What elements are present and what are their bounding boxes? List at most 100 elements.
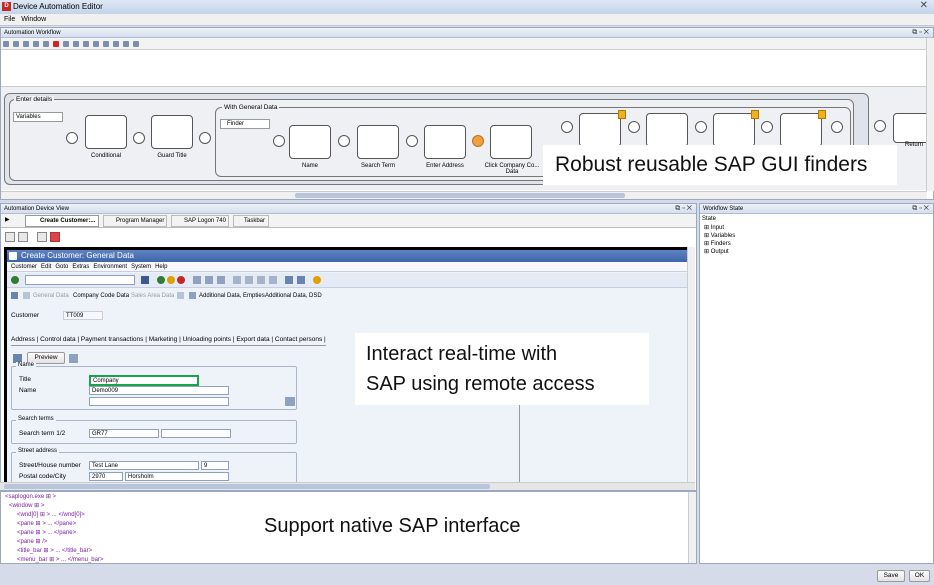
undo-icon[interactable] — [43, 41, 49, 47]
tab-program-manager[interactable]: Program Manager — [103, 215, 167, 227]
flow-node-circle[interactable] — [273, 135, 285, 147]
other-customer-icon[interactable] — [23, 292, 30, 299]
exit-icon[interactable] — [167, 276, 175, 284]
house-number-field[interactable]: 9 — [201, 461, 229, 470]
print-icon[interactable] — [193, 276, 201, 284]
find-next-icon[interactable] — [217, 276, 225, 284]
xml-node[interactable]: <pane ⊞ /> — [17, 538, 47, 545]
sap-tab-contact[interactable]: Contact persons — [275, 336, 322, 343]
window-icon[interactable] — [37, 232, 47, 242]
xml-node[interactable]: <saplogon.exe ⊞ > — [5, 493, 56, 500]
play-icon[interactable]: ▶ — [5, 216, 10, 223]
xml-node[interactable]: <pane ⊞ > ... </pane> — [17, 520, 76, 527]
play-icon[interactable] — [3, 41, 9, 47]
state-input[interactable]: ⊞ Input — [704, 224, 724, 231]
flow-node-circle[interactable] — [133, 132, 145, 144]
tab-sap-logon[interactable]: SAP Logon 740 — [171, 215, 229, 227]
xml-node[interactable]: <pane ⊞ > ... </pane> — [17, 529, 76, 536]
more-fields-icon[interactable] — [285, 397, 295, 406]
workflow-hscrollbar[interactable] — [1, 191, 927, 199]
display-change-icon[interactable] — [11, 292, 18, 299]
command-field[interactable] — [25, 275, 135, 285]
node-step-7[interactable] — [579, 113, 621, 147]
cancel-icon[interactable] — [177, 276, 185, 284]
screenshot-icon[interactable] — [5, 232, 15, 242]
appbar-sales-area-data[interactable]: Sales Area Data — [131, 289, 174, 303]
tab-taskbar[interactable]: Taskbar — [233, 215, 269, 227]
delete-icon[interactable] — [93, 41, 99, 47]
device-hscrollbar[interactable] — [0, 482, 695, 490]
node-name[interactable] — [289, 125, 331, 159]
device-vscrollbar[interactable] — [687, 247, 695, 483]
first-page-icon[interactable] — [233, 276, 241, 284]
sap-tab-address[interactable]: Address — [11, 336, 35, 343]
flow-node-circle[interactable] — [831, 121, 843, 133]
flow-node-circle[interactable] — [561, 121, 573, 133]
name-field[interactable]: Demo009 — [89, 386, 229, 395]
flow-node-circle[interactable] — [761, 121, 773, 133]
check-icon[interactable] — [103, 41, 109, 47]
state-variables[interactable]: ⊞ Variables — [704, 232, 735, 239]
pause-icon[interactable] — [13, 41, 19, 47]
active-node-circle[interactable] — [472, 135, 484, 147]
close-icon[interactable]: ✕ — [920, 0, 928, 11]
panel-controls-icon[interactable]: ⧉ ▫ ✕ — [675, 204, 692, 214]
flow-node-circle[interactable] — [695, 121, 707, 133]
zoom-out-icon[interactable] — [123, 41, 129, 47]
additional-data-icon[interactable] — [189, 292, 196, 299]
sap-menu-system[interactable]: System — [131, 262, 151, 272]
finder-box[interactable]: Finder — [220, 119, 270, 129]
help-icon[interactable] — [313, 276, 321, 284]
sap-tab-export[interactable]: Export data — [236, 336, 269, 343]
new-session-icon[interactable] — [285, 276, 293, 284]
record-icon[interactable] — [53, 41, 59, 47]
appbar-additional-empties[interactable]: Additional Data, Empties — [199, 289, 265, 303]
xml-node[interactable]: <window ⊞ > — [9, 502, 44, 509]
name-field-2[interactable] — [89, 397, 229, 406]
node-guard-title[interactable] — [151, 115, 193, 149]
sap-menu-environment[interactable]: Environment — [93, 262, 127, 272]
sap-menu-customer[interactable]: Customer — [11, 262, 37, 272]
sap-tab-marketing[interactable]: Marketing — [149, 336, 178, 343]
scroll-thumb[interactable] — [4, 484, 490, 489]
next-page-icon[interactable] — [257, 276, 265, 284]
find-icon[interactable] — [205, 276, 213, 284]
node-step-10[interactable] — [780, 113, 822, 147]
tab-create-customer[interactable]: Create Customer:... — [25, 215, 99, 227]
prev-page-icon[interactable] — [245, 276, 253, 284]
search-term-2-field[interactable] — [161, 429, 231, 438]
paste-icon[interactable] — [83, 41, 89, 47]
save-button[interactable]: Save — [877, 570, 905, 582]
state-output[interactable]: ⊞ Output — [704, 248, 729, 255]
highlight-icon[interactable] — [50, 232, 60, 242]
ok-button[interactable]: OK — [909, 570, 930, 582]
panel-controls-icon[interactable]: ⧉ ▫ ✕ — [912, 204, 929, 214]
city-field[interactable]: Horsholm — [125, 472, 229, 481]
sap-menu-extras[interactable]: Extras — [72, 262, 89, 272]
xml-node[interactable]: <menu_bar ⊞ > ... </menu_bar> — [17, 556, 103, 563]
node-click-company-code[interactable] — [490, 125, 532, 159]
doc-icon[interactable] — [177, 292, 184, 299]
sap-menu-edit[interactable]: Edit — [41, 262, 51, 272]
sap-tab-payment[interactable]: Payment transactions — [81, 336, 144, 343]
xml-vscrollbar[interactable] — [688, 492, 696, 563]
search-term-1-field[interactable]: GR77 — [89, 429, 159, 438]
node-search-term[interactable] — [357, 125, 399, 159]
zoom-in-icon[interactable] — [113, 41, 119, 47]
sap-menu-help[interactable]: Help — [155, 262, 167, 272]
title-dropdown[interactable]: Company — [89, 375, 199, 386]
copy-icon[interactable] — [18, 232, 28, 242]
refresh-icon[interactable] — [33, 41, 39, 47]
flow-node-circle[interactable] — [338, 135, 350, 147]
menu-window[interactable]: Window — [21, 14, 46, 26]
state-finders[interactable]: ⊞ Finders — [704, 240, 731, 247]
scroll-thumb[interactable] — [295, 193, 625, 198]
copy-icon[interactable] — [73, 41, 79, 47]
flow-node-circle[interactable] — [406, 135, 418, 147]
xml-node[interactable]: <title_bar ⊞ > ... </title_bar> — [17, 547, 92, 554]
node-step-9[interactable] — [713, 113, 755, 147]
appbar-general-data[interactable]: General Data — [33, 289, 69, 303]
fit-icon[interactable] — [133, 41, 139, 47]
save-icon[interactable] — [141, 276, 149, 284]
step-icon[interactable] — [23, 41, 29, 47]
